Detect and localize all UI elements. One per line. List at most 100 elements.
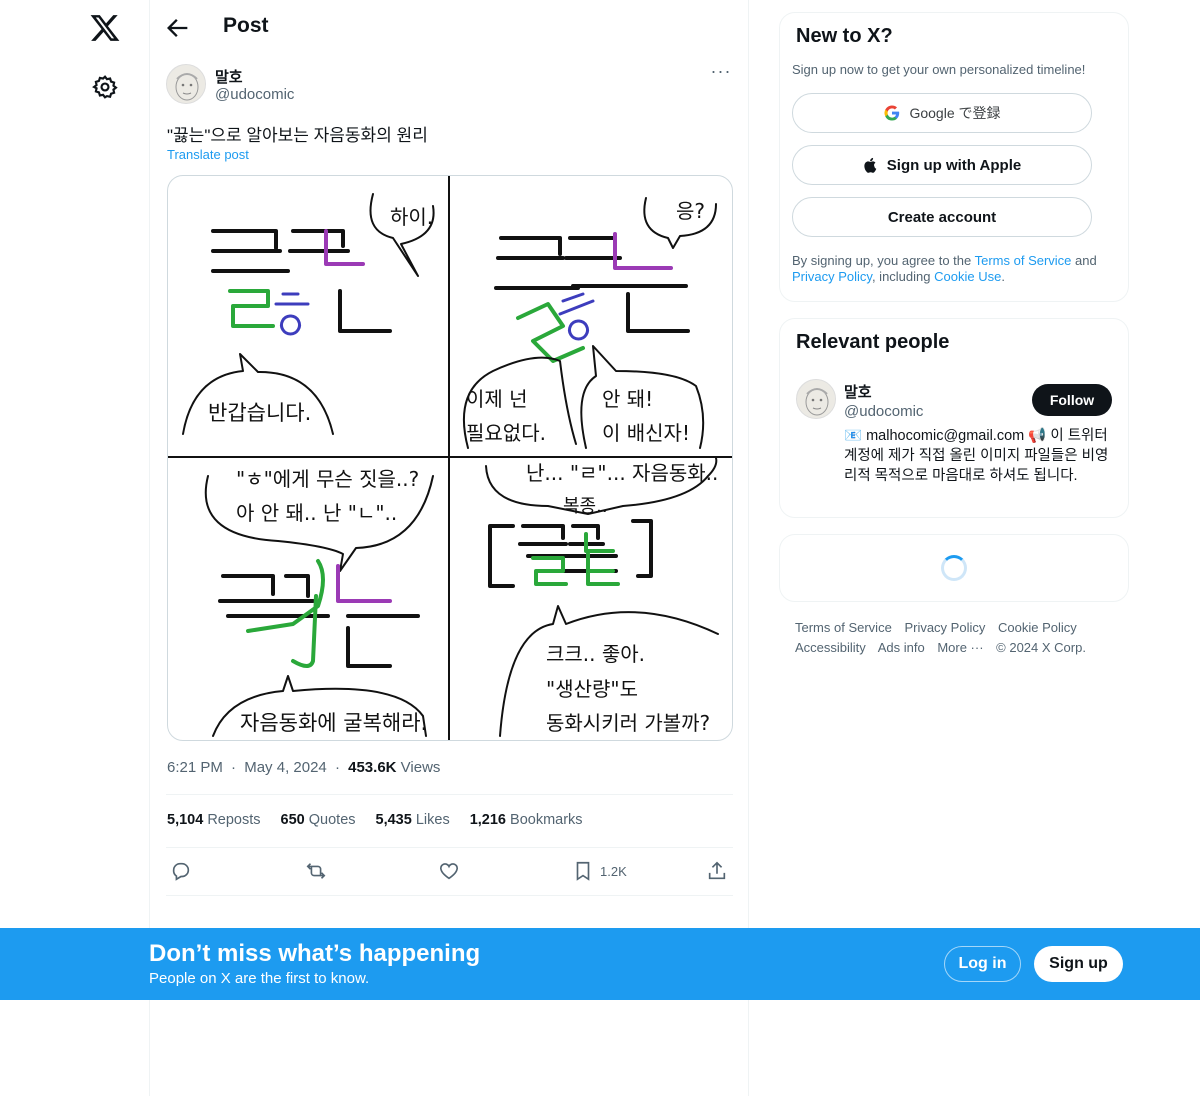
- comic-panel-4: 난... "ㄹ"... 자음동화.. 복종.. 크크.. 좋아. "생산량"도 …: [485, 457, 719, 737]
- like-button[interactable]: [438, 856, 460, 886]
- reply-button[interactable]: [170, 856, 192, 886]
- translate-link[interactable]: Translate post: [167, 147, 249, 162]
- divider: [166, 895, 733, 896]
- repost-button[interactable]: [304, 856, 328, 886]
- reposts-count: 5,104: [167, 812, 204, 828]
- settings-icon[interactable]: [92, 74, 118, 100]
- post-image[interactable]: 하이. 반갑습니다. 응? 이제 넌 필요없다. 안 돼! 이 배신자! "ㅎ"…: [167, 175, 733, 741]
- x-logo-icon[interactable]: [89, 12, 121, 44]
- repost-icon: [306, 863, 326, 879]
- views-count: 453.6K: [348, 759, 397, 776]
- post-stats: 5,104 Reposts 650 Quotes 5,435 Likes 1,2…: [167, 812, 583, 828]
- apple-signup-label: Sign up with Apple: [886, 156, 1022, 174]
- bookmarks-stat[interactable]: 1,216 Bookmarks: [470, 812, 583, 828]
- relevant-person-name[interactable]: 말호: [844, 381, 872, 402]
- likes-label: Likes: [415, 812, 450, 828]
- privacy-link[interactable]: Privacy Policy: [792, 269, 872, 284]
- like-icon: [439, 863, 459, 880]
- footer-privacy-link[interactable]: Privacy Policy: [904, 620, 985, 635]
- reply-icon: [172, 862, 190, 881]
- post-time[interactable]: 6:21 PM: [167, 759, 223, 776]
- sidebar-footer: Terms of Service Privacy Policy Cookie P…: [795, 618, 1125, 658]
- author-name[interactable]: 말호: [215, 66, 243, 87]
- login-prompt-bar: Don’t miss what’s happening People on X …: [0, 928, 1200, 1000]
- post-author: 말호 @udocomic ···: [166, 62, 734, 108]
- panel2-right-line1: 안 돼!: [602, 387, 653, 411]
- likes-count: 5,435: [375, 812, 412, 828]
- divider: [166, 794, 733, 795]
- login-prompt-title: Don’t miss what’s happening: [149, 940, 481, 967]
- terms-link[interactable]: Terms of Service: [975, 253, 1072, 268]
- panel2-left-line2: 필요없다.: [466, 421, 546, 445]
- loading-spinner: [941, 555, 967, 581]
- panel4-speech-line1: 크크.. 좋아.: [546, 642, 645, 666]
- back-arrow-icon[interactable]: [164, 14, 192, 42]
- legal-end: .: [1001, 269, 1005, 284]
- panel2-left-line1: 이제 넌: [466, 387, 528, 411]
- avatar[interactable]: [796, 379, 836, 419]
- panel3-line1: "ㅎ"에게 무슨 짓을..?: [236, 467, 419, 491]
- post-header: Post: [150, 0, 749, 54]
- avatar[interactable]: [166, 64, 206, 104]
- footer-more-link[interactable]: More ···: [937, 640, 983, 655]
- reposts-stat[interactable]: 5,104 Reposts: [167, 812, 261, 828]
- panel1-speech-text: 반갑습니다.: [208, 401, 311, 425]
- follow-button[interactable]: Follow: [1032, 384, 1112, 416]
- google-signup-button[interactable]: Google で登録: [792, 93, 1092, 133]
- share-icon: [708, 861, 726, 880]
- signup-button[interactable]: Sign up: [1034, 946, 1123, 982]
- bookmarks-label: Bookmarks: [510, 812, 583, 828]
- create-account-button[interactable]: Create account: [792, 197, 1092, 237]
- quotes-stat[interactable]: 650 Quotes: [281, 812, 356, 828]
- meta-separator: ·: [231, 759, 237, 776]
- comic-panel-2: 응? 이제 넌 필요없다. 안 돼! 이 배신자!: [462, 197, 717, 449]
- panel2-right-line2: 이 배신자!: [602, 421, 690, 445]
- relevant-person-handle[interactable]: @udocomic: [844, 403, 923, 420]
- more-icon[interactable]: ···: [708, 62, 734, 86]
- author-handle[interactable]: @udocomic: [215, 86, 294, 103]
- relevant-person-bio: 📧 malhocomic@gmail.com 📢 이 트위터 계정에 제가 직접…: [844, 428, 1109, 484]
- apple-icon: [864, 157, 877, 173]
- footer-accessibility-link[interactable]: Accessibility: [795, 640, 866, 655]
- footer-copyright: © 2024 X Corp.: [996, 640, 1086, 655]
- page-title: Post: [223, 14, 269, 37]
- post-text: "끓는"으로 알아보는 자음동화의 원리: [167, 126, 428, 145]
- legal-including: , including: [871, 269, 935, 284]
- post-actions: 1.2K: [166, 856, 734, 886]
- bookmark-icon: [576, 861, 590, 881]
- signup-card: New to X? Sign up now to get your own pe…: [779, 12, 1129, 302]
- bookmark-button[interactable]: 1.2K: [572, 856, 627, 886]
- relevant-people-card: Relevant people 말호 @udocomic Follow 📧 ma…: [779, 318, 1129, 518]
- panel4-speech-line3: 동화시키러 가볼까?: [546, 711, 710, 735]
- bookmark-count: 1.2K: [600, 863, 627, 879]
- panel3-speech-text: 자음동화에 굴복해라.: [240, 711, 427, 735]
- post-date[interactable]: May 4, 2024: [244, 759, 327, 776]
- apple-signup-button[interactable]: Sign up with Apple: [792, 145, 1092, 185]
- signup-legal-text: By signing up, you agree to the Terms of…: [792, 253, 1118, 285]
- login-prompt-subtitle: People on X are the first to know.: [149, 970, 370, 987]
- signup-card-title: New to X?: [796, 25, 893, 47]
- footer-ads-link[interactable]: Ads info: [878, 640, 925, 655]
- panel4-speech-line2: "생산량"도: [546, 677, 638, 701]
- panel3-line2: 아 안 돼.. 난 "ㄴ"..: [236, 501, 397, 525]
- panel2-bubble-text: 응?: [676, 199, 705, 223]
- bookmarks-count: 1,216: [469, 812, 506, 828]
- reposts-label: Reposts: [207, 812, 261, 828]
- cookie-link[interactable]: Cookie Use: [934, 269, 1001, 284]
- footer-cookie-link[interactable]: Cookie Policy: [998, 620, 1077, 635]
- footer-terms-link[interactable]: Terms of Service: [795, 620, 892, 635]
- share-button[interactable]: [706, 856, 728, 886]
- likes-stat[interactable]: 5,435 Likes: [376, 812, 450, 828]
- signup-card-subtitle: Sign up now to get your own personalized…: [792, 62, 1086, 77]
- panel4-line1: 난... "ㄹ"... 자음동화..: [526, 461, 718, 485]
- meta-separator: ·: [334, 759, 340, 776]
- legal-and: and: [1071, 253, 1097, 268]
- quotes-count: 650: [280, 812, 305, 828]
- post-meta: 6:21 PM · May 4, 2024 · 453.6K Views: [167, 759, 440, 776]
- google-signup-label: Google で登録: [909, 105, 1001, 121]
- divider: [166, 847, 733, 848]
- quotes-label: Quotes: [308, 812, 356, 828]
- comic-panel-3: "ㅎ"에게 무슨 짓을..? 아 안 돼.. 난 "ㄴ".. 자음동화에 굴복해…: [204, 467, 434, 737]
- login-button[interactable]: Log in: [944, 946, 1021, 982]
- panel4-line2: 복종..: [563, 496, 608, 517]
